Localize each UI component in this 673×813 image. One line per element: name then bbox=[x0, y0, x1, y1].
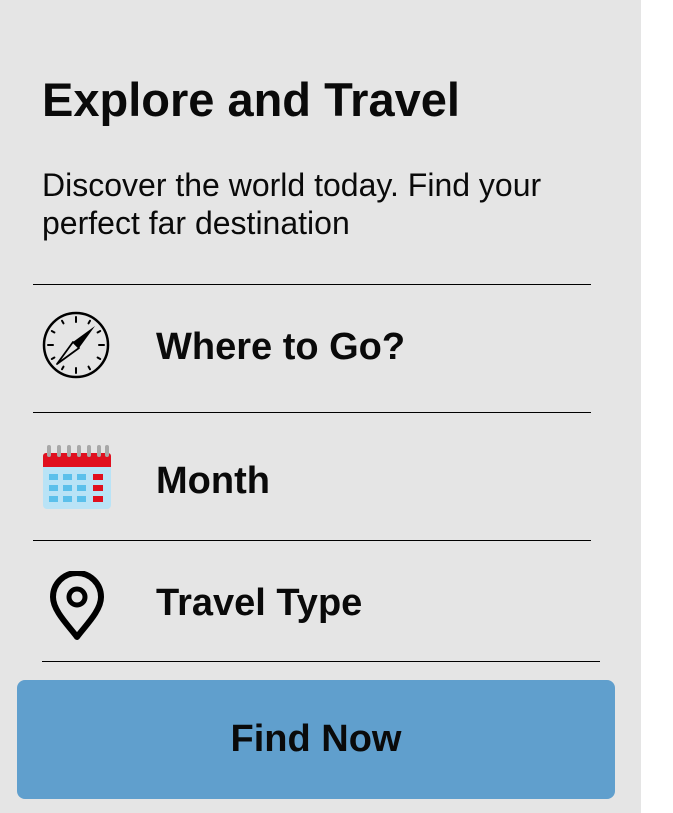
page-subtitle: Discover the world today. Find your perf… bbox=[42, 167, 542, 241]
find-now-button[interactable]: Find Now bbox=[17, 680, 615, 799]
option-travel-type[interactable]: Travel Type bbox=[33, 541, 591, 667]
location-pin-icon bbox=[49, 570, 105, 641]
page-title: Explore and Travel bbox=[42, 73, 460, 126]
option-label: Travel Type bbox=[156, 582, 363, 624]
option-month[interactable]: Month bbox=[33, 413, 591, 539]
option-label: Where to Go? bbox=[156, 326, 406, 368]
compass-icon bbox=[41, 310, 111, 380]
option-label: Month bbox=[156, 460, 270, 502]
divider-bottom bbox=[42, 661, 600, 662]
option-where-to-go[interactable]: Where to Go? bbox=[33, 285, 591, 411]
calendar-icon bbox=[41, 443, 111, 513]
